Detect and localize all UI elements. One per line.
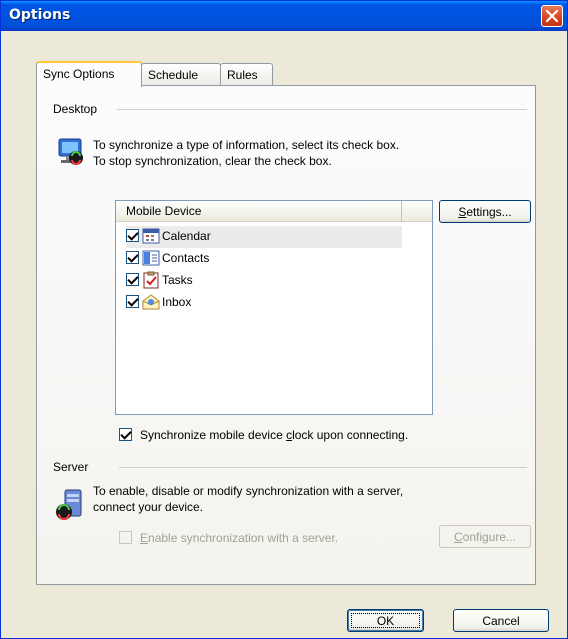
enable-server-sync-option[interactable]: Enable synchronization with a server. — [119, 529, 419, 547]
sync-clock-label: Synchronize mobile device clock upon con… — [140, 428, 408, 442]
desktop-sync-icon — [58, 138, 83, 165]
configure-label-accel: C — [453, 530, 463, 544]
sync-clock-label-pre: Synchronize mobile device — [140, 428, 287, 442]
close-icon — [546, 10, 558, 22]
contacts-icon — [142, 250, 160, 266]
server-desc-line1: To enable, disable or modify synchroniza… — [93, 484, 404, 498]
server-desc-line2: connect your device. — [93, 500, 204, 514]
tab-panel-sync-options: Desktop To synchronize a type of informa… — [36, 85, 536, 585]
server-group-line — [119, 467, 527, 468]
calendar-checkbox[interactable] — [126, 229, 139, 242]
focus-rect — [351, 613, 420, 628]
title-bar[interactable]: Options — [1, 1, 567, 31]
tab-rules[interactable]: Rules — [220, 63, 273, 85]
configure-label-post: onfigure... — [462, 530, 517, 544]
enable-server-sync-checkbox[interactable] — [119, 531, 132, 544]
close-button[interactable] — [541, 5, 563, 27]
server-group-label: Server — [53, 460, 89, 474]
tasks-icon — [143, 271, 159, 289]
settings-label-post: ettings... — [466, 205, 512, 219]
enable-label-accel: E — [140, 531, 149, 545]
tab-label: Sync Options — [43, 67, 115, 81]
tab-label: Rules — [227, 68, 258, 82]
desktop-group-label: Desktop — [53, 102, 98, 116]
sync-clock-option[interactable]: Synchronize mobile device clock upon con… — [119, 426, 519, 444]
tab-schedule[interactable]: Schedule — [141, 63, 221, 85]
tab-sync-options[interactable]: Sync Options — [36, 61, 142, 87]
mobile-device-list[interactable]: Mobile Device Calendar Contacts Tasks In… — [115, 200, 433, 415]
calendar-icon — [142, 228, 160, 244]
item-label: Inbox — [162, 295, 192, 309]
cancel-button[interactable]: Cancel — [453, 609, 549, 632]
desktop-desc-line2: To stop synchronization, clear the check… — [93, 154, 332, 168]
list-item-calendar[interactable]: Calendar — [126, 226, 402, 248]
options-dialog: Options Sync Options Schedule Rules Desk… — [0, 0, 568, 639]
settings-button[interactable]: Settings... — [439, 200, 531, 223]
window-title: Options — [9, 7, 71, 23]
configure-button[interactable]: Configure... — [439, 525, 531, 548]
desktop-description: To synchronize a type of information, se… — [93, 137, 399, 169]
inbox-icon — [142, 294, 160, 310]
contacts-checkbox[interactable] — [126, 251, 139, 264]
sync-clock-label-post: lock upon connecting. — [292, 428, 409, 442]
server-description: To enable, disable or modify synchroniza… — [93, 483, 403, 515]
column-header-mobile-device[interactable]: Mobile Device — [116, 201, 402, 222]
enable-server-sync-label: Enable synchronization with a server. — [140, 531, 338, 545]
sync-clock-checkbox[interactable] — [119, 428, 132, 441]
list-item-inbox[interactable]: Inbox — [126, 292, 402, 314]
tab-label: Schedule — [148, 68, 199, 82]
list-header: Mobile Device — [116, 201, 432, 222]
cancel-label: Cancel — [482, 614, 520, 628]
item-label: Tasks — [162, 273, 193, 287]
enable-label-post: nable synchronization with a server. — [148, 531, 339, 545]
list-item-tasks[interactable]: Tasks — [126, 270, 402, 292]
inbox-checkbox[interactable] — [126, 295, 139, 308]
tasks-checkbox[interactable] — [126, 273, 139, 286]
ok-button[interactable]: OK — [347, 609, 424, 632]
item-label: Contacts — [162, 251, 210, 265]
item-label: Calendar — [162, 229, 211, 243]
desktop-group-line — [117, 109, 527, 110]
desktop-desc-line1: To synchronize a type of information, se… — [93, 138, 400, 152]
list-item-contacts[interactable]: Contacts — [126, 248, 402, 270]
column-header-blank[interactable] — [403, 201, 432, 222]
server-sync-icon — [56, 489, 82, 520]
